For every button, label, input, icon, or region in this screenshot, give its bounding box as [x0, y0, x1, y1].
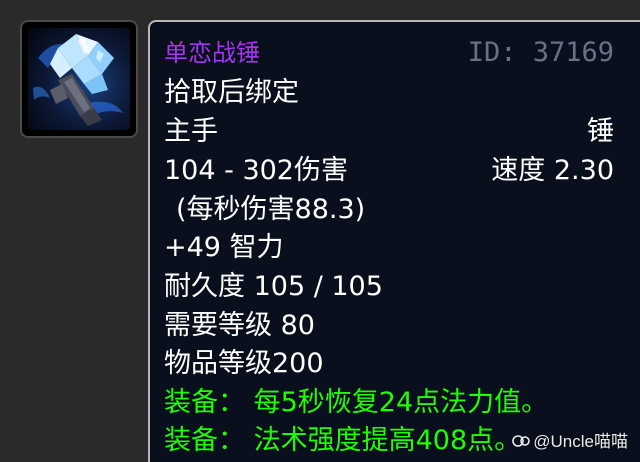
item-icon-frame[interactable] — [20, 20, 138, 138]
item-dps: (每秒伤害88.3) — [176, 194, 366, 225]
damage-row: 104 - 302伤害 速度 2.30 — [164, 152, 614, 190]
watermark: @Uncle喵喵 — [511, 427, 628, 452]
tooltip-header-row: 单恋战锤 ID: 37169 — [164, 34, 614, 72]
watermark-logo-icon — [512, 435, 531, 447]
equip-effect-mana-regen: 装备： 每5秒恢复24点法力值。 — [164, 387, 549, 418]
item-required-level: 需要等级 80 — [164, 310, 315, 341]
item-speed: 速度 2.30 — [491, 155, 614, 186]
binding-text: 拾取后绑定 — [164, 77, 299, 108]
item-durability: 耐久度 105 / 105 — [164, 271, 383, 302]
item-slot: 主手 — [164, 116, 218, 147]
item-tooltip: 单恋战锤 ID: 37169 拾取后绑定 主手 锤 104 - 302伤害 速度… — [148, 20, 640, 462]
frost-crystal-mace-icon — [28, 28, 130, 130]
item-level: 物品等级200 — [164, 348, 324, 379]
item-name: 单恋战锤 — [164, 39, 260, 67]
item-stat: +49 智力 — [164, 232, 284, 263]
watermark-text: @Uncle喵喵 — [533, 432, 628, 451]
slot-row: 主手 锤 — [164, 113, 614, 151]
item-damage: 104 - 302伤害 — [164, 155, 348, 186]
item-id: ID: 37169 — [467, 37, 614, 68]
item-type: 锤 — [587, 116, 614, 147]
